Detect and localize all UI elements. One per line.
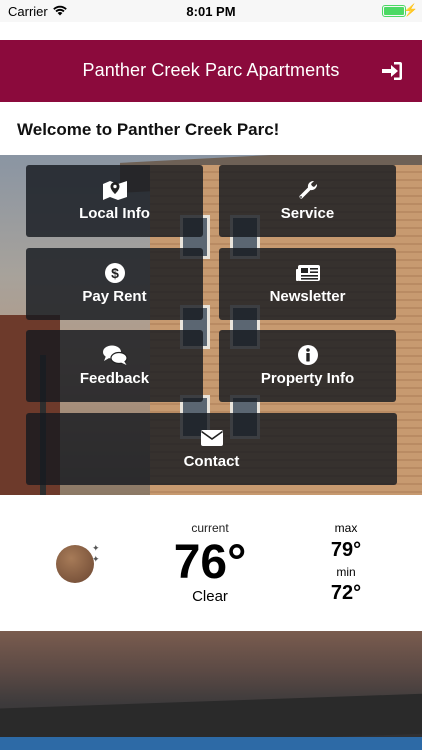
min-label: min bbox=[336, 565, 356, 579]
envelope-icon bbox=[200, 430, 223, 446]
tile-property-info[interactable]: Property Info bbox=[219, 330, 396, 402]
weather-condition: Clear bbox=[192, 588, 228, 605]
tile-label: Newsletter bbox=[269, 288, 346, 305]
sign-in-icon bbox=[382, 62, 402, 80]
newspaper-icon bbox=[295, 265, 320, 281]
status-time: 8:01 PM bbox=[186, 4, 236, 19]
tile-label: Service bbox=[280, 205, 335, 222]
stars-icon: ✦ ✦ bbox=[92, 543, 100, 564]
tile-label: Feedback bbox=[79, 370, 150, 387]
tile-label: Property Info bbox=[260, 370, 355, 387]
welcome-banner: Welcome to Panther Creek Parc! bbox=[0, 102, 422, 155]
tile-feedback[interactable]: Feedback bbox=[26, 330, 203, 402]
tile-newsletter[interactable]: Newsletter bbox=[219, 248, 396, 320]
tile-label: Contact bbox=[183, 453, 240, 470]
max-label: max bbox=[334, 521, 358, 535]
page-title: Panther Creek Parc Apartments bbox=[82, 60, 340, 80]
charging-bolt-icon: ⚡ bbox=[403, 3, 418, 17]
tile-label: Pay Rent bbox=[82, 288, 147, 305]
tile-local-info[interactable]: Local Info bbox=[26, 165, 203, 237]
bottom-photo bbox=[0, 631, 422, 750]
welcome-text: Welcome to Panther Creek Parc! bbox=[17, 120, 280, 139]
min-temperature: 72° bbox=[330, 582, 362, 604]
map-marker-icon bbox=[102, 181, 127, 200]
svg-text:$: $ bbox=[111, 265, 119, 281]
tile-label: Local Info bbox=[79, 205, 150, 222]
moon-icon bbox=[56, 545, 94, 583]
nav-bar: Panther Creek Parc Apartments bbox=[0, 40, 422, 102]
water-strip bbox=[0, 737, 422, 750]
tile-contact[interactable]: Contact bbox=[26, 413, 397, 485]
current-label: current bbox=[191, 521, 229, 535]
dollar-icon: $ bbox=[104, 263, 125, 283]
status-bar: Carrier 8:01 PM ⚡ bbox=[0, 0, 422, 22]
current-temperature: 76° bbox=[173, 536, 247, 589]
tile-service[interactable]: Service bbox=[219, 165, 396, 237]
comments-icon bbox=[102, 345, 128, 365]
sign-in-button[interactable] bbox=[380, 60, 404, 82]
wrench-icon bbox=[298, 180, 317, 199]
max-temperature: 79° bbox=[330, 539, 362, 561]
info-icon bbox=[297, 345, 318, 365]
tile-pay-rent[interactable]: $ Pay Rent bbox=[26, 248, 203, 320]
